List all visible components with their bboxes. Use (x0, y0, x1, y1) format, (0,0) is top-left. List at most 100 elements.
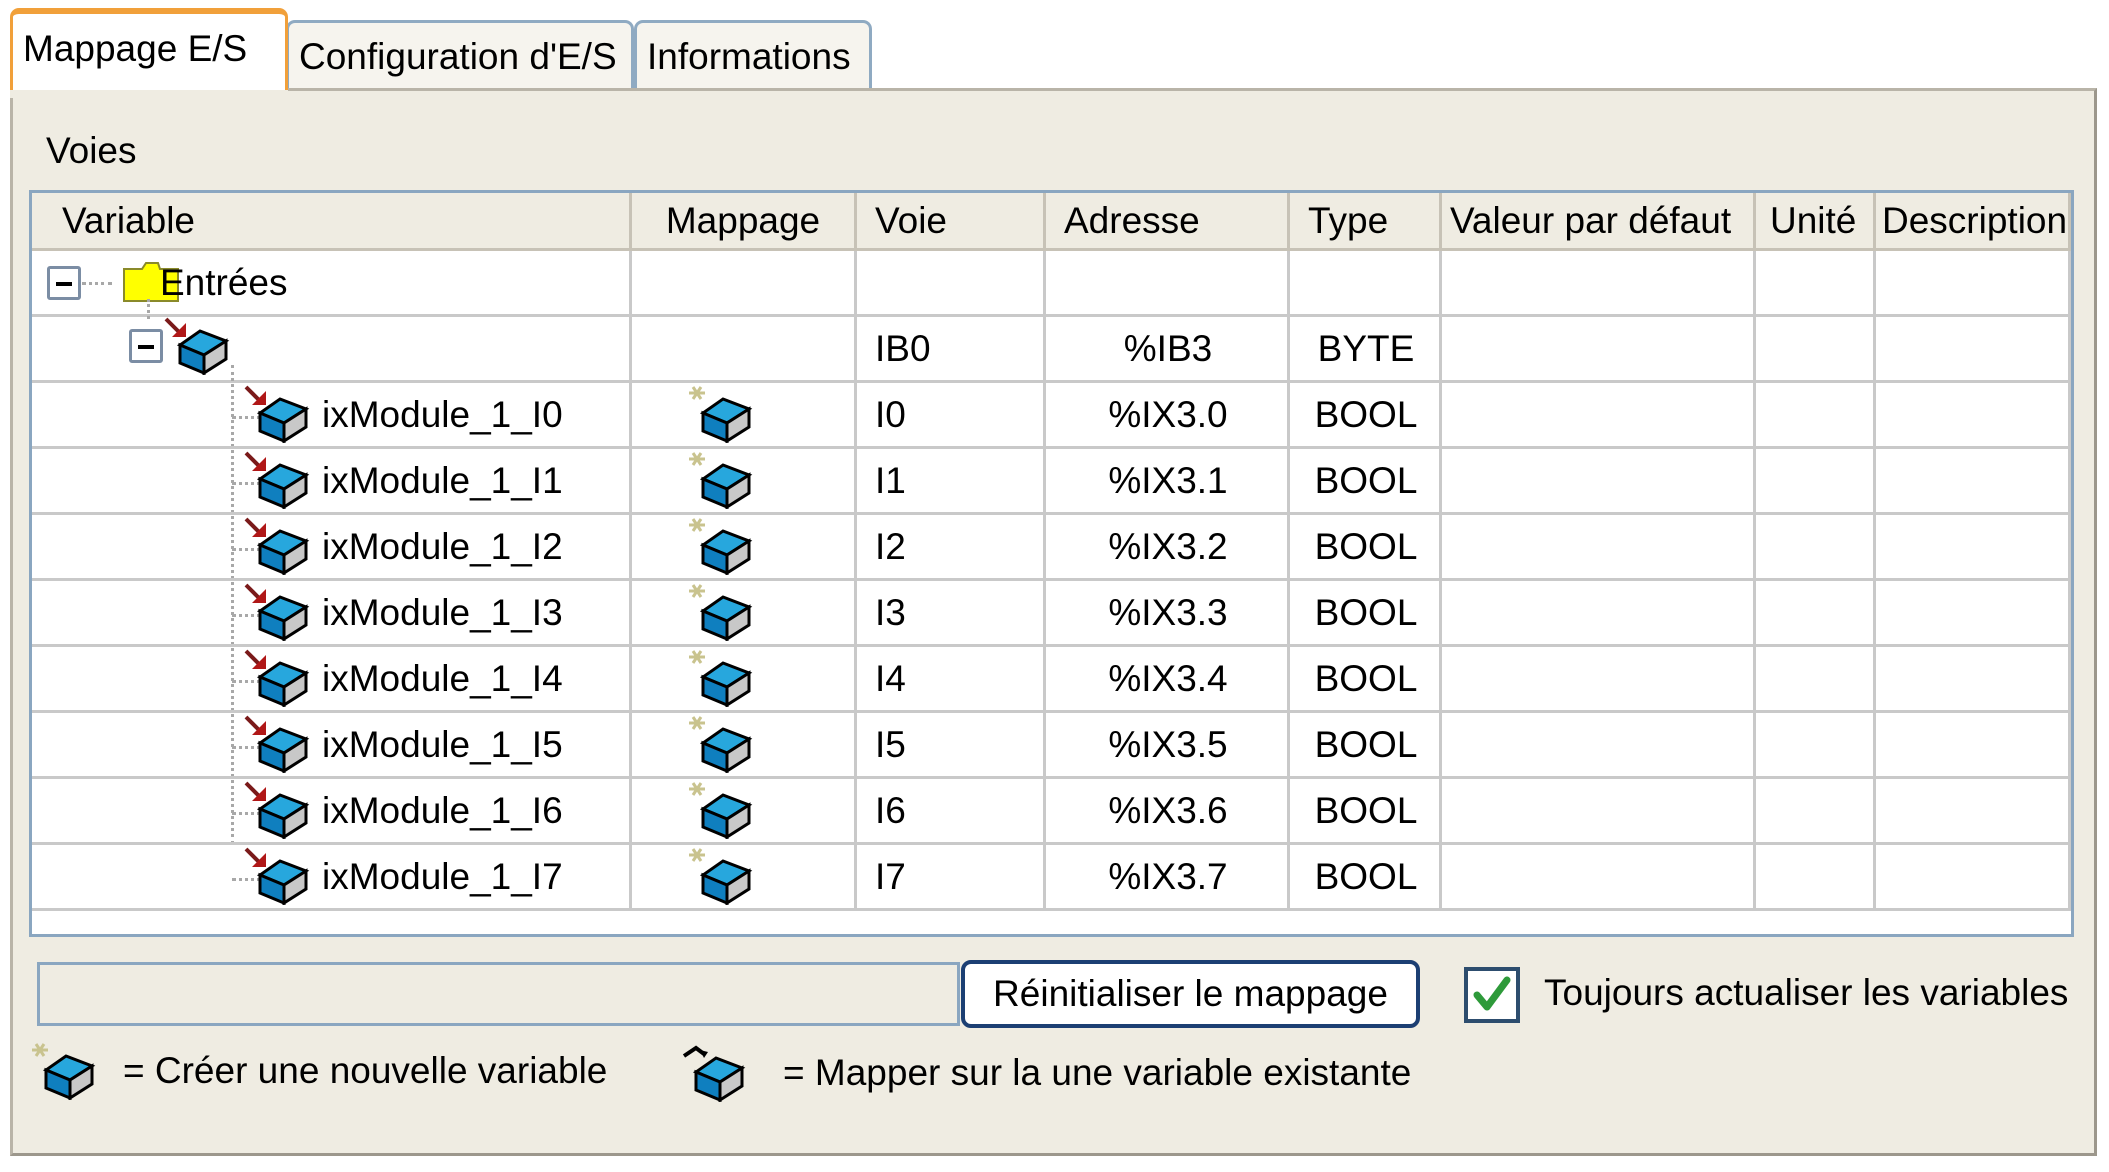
tree-row-channel-byte[interactable]: IB0 %IB3 BYTE (32, 299, 2071, 383)
address-value: %IX3.5 (1108, 724, 1228, 765)
tree-row-group[interactable]: Entrées (32, 251, 2071, 317)
cell[interactable] (1876, 251, 2071, 314)
tree-row-variable[interactable]: ixModule_1_I0 I0 %IX3.0 BOOL (32, 383, 2071, 449)
variable-cube-icon (244, 451, 310, 509)
cell[interactable] (1442, 779, 1756, 842)
cell[interactable] (1756, 845, 1876, 908)
cell[interactable] (1876, 647, 2071, 710)
map-existing-variable-icon (682, 1045, 746, 1102)
cell[interactable] (1442, 515, 1756, 578)
cell[interactable] (1876, 449, 2071, 512)
tab-information[interactable]: Informations (634, 20, 872, 88)
group-label: Entrées (160, 262, 288, 303)
column-header-type[interactable]: Type (1290, 193, 1442, 251)
cell[interactable] (1756, 251, 1876, 314)
always-update-variables-checkbox[interactable] (1464, 967, 1520, 1023)
cell[interactable] (1756, 713, 1876, 776)
variable-name: ixModule_1_I1 (322, 460, 563, 501)
tree-row-variable[interactable]: ixModule_1_I7 I7 %IX3.7 BOOL (32, 845, 2071, 911)
variable-name: ixModule_1_I4 (322, 658, 563, 699)
cell[interactable] (1756, 449, 1876, 512)
cell[interactable] (1876, 713, 2071, 776)
column-header-voie[interactable]: Voie (857, 193, 1046, 251)
cell[interactable] (632, 251, 857, 314)
tab-label: Mappage E/S (23, 28, 248, 69)
tree-connector (147, 299, 150, 319)
variable-cube-icon (244, 649, 310, 707)
reset-mapping-button[interactable]: Réinitialiser le mappage (961, 960, 1420, 1028)
legend-new-variable: = Créer une nouvelle variable (123, 1050, 608, 1091)
cell[interactable] (1876, 317, 2071, 380)
variable-cube-icon (164, 317, 230, 375)
cell[interactable] (1876, 779, 2071, 842)
cell[interactable] (1876, 845, 2071, 908)
voie-value: I2 (875, 526, 906, 567)
column-header-description[interactable]: Description (1876, 193, 2071, 251)
cell[interactable] (1442, 845, 1756, 908)
tree-row-variable[interactable]: ixModule_1_I1 I1 %IX3.1 BOOL (32, 449, 2071, 515)
cell[interactable] (632, 317, 857, 380)
tab-label: Configuration d'E/S (299, 36, 617, 77)
cell[interactable] (1756, 383, 1876, 446)
type-value: BOOL (1314, 460, 1418, 501)
address-value: %IX3.0 (1108, 394, 1228, 435)
column-header-mappage[interactable]: Mappage (632, 193, 857, 251)
create-variable-mapping-icon[interactable] (687, 451, 761, 509)
filter-field[interactable] (37, 962, 960, 1026)
column-header-unit[interactable]: Unité (1756, 193, 1876, 251)
column-header-default-value[interactable]: Valeur par défaut (1442, 193, 1756, 251)
address-value: %IX3.3 (1108, 592, 1228, 633)
collapse-toggle[interactable] (47, 266, 81, 300)
channels-table: Variable Mappage Voie Adresse Type Valeu… (29, 190, 2074, 937)
create-variable-mapping-icon[interactable] (687, 715, 761, 773)
cell[interactable] (1876, 581, 2071, 644)
tree-row-variable[interactable]: ixModule_1_I3 I3 %IX3.3 BOOL (32, 581, 2071, 647)
cell[interactable] (1442, 449, 1756, 512)
create-variable-mapping-icon[interactable] (687, 847, 761, 905)
cell[interactable] (1442, 251, 1756, 314)
collapse-toggle[interactable] (129, 329, 163, 363)
create-variable-mapping-icon[interactable] (687, 385, 761, 443)
cell[interactable] (1756, 779, 1876, 842)
variable-name: ixModule_1_I7 (322, 856, 563, 897)
cell[interactable] (1756, 317, 1876, 380)
type-value: BOOL (1314, 724, 1418, 765)
cell[interactable] (1442, 383, 1756, 446)
cell[interactable] (1876, 515, 2071, 578)
cell (1046, 251, 1290, 314)
variable-name: ixModule_1_I6 (322, 790, 563, 831)
legend-existing-variable: = Mapper sur la une variable existante (783, 1052, 1412, 1093)
tab-label: Informations (647, 36, 851, 77)
create-variable-mapping-icon[interactable] (687, 583, 761, 641)
cell[interactable] (1442, 317, 1756, 380)
variable-name: ixModule_1_I3 (322, 592, 563, 633)
create-variable-mapping-icon[interactable] (687, 517, 761, 575)
voie-value: I7 (875, 856, 906, 897)
variable-cube-icon (244, 781, 310, 839)
column-header-variable[interactable]: Variable (32, 193, 632, 251)
column-header-adresse[interactable]: Adresse (1046, 193, 1290, 251)
tab-io-mapping[interactable]: Mappage E/S (10, 8, 288, 98)
cell (32, 317, 632, 380)
cell[interactable] (1442, 647, 1756, 710)
create-variable-mapping-icon[interactable] (687, 649, 761, 707)
variable-cube-icon (244, 583, 310, 641)
tree-row-variable[interactable]: ixModule_1_I5 I5 %IX3.5 BOOL (32, 713, 2071, 779)
voie-value: IB0 (875, 328, 931, 369)
tree-row-variable[interactable]: ixModule_1_I2 I2 %IX3.2 BOOL (32, 515, 2071, 581)
variable-cube-icon (244, 385, 310, 443)
tab-io-configuration[interactable]: Configuration d'E/S (286, 20, 634, 88)
tree-row-variable[interactable]: ixModule_1_I6 I6 %IX3.6 BOOL (32, 779, 2071, 845)
tree-row-variable[interactable]: ixModule_1_I4 I4 %IX3.4 BOOL (32, 647, 2071, 713)
address-value: %IX3.2 (1108, 526, 1228, 567)
cell[interactable] (1442, 713, 1756, 776)
cell (1290, 251, 1442, 314)
create-variable-mapping-icon[interactable] (687, 781, 761, 839)
cell[interactable] (1756, 647, 1876, 710)
cell[interactable] (1876, 383, 2071, 446)
cell[interactable] (1756, 515, 1876, 578)
always-update-variables-label: Toujours actualiser les variables (1544, 972, 2069, 1013)
cell[interactable] (1442, 581, 1756, 644)
address-value: %IX3.6 (1108, 790, 1228, 831)
cell[interactable] (1756, 581, 1876, 644)
